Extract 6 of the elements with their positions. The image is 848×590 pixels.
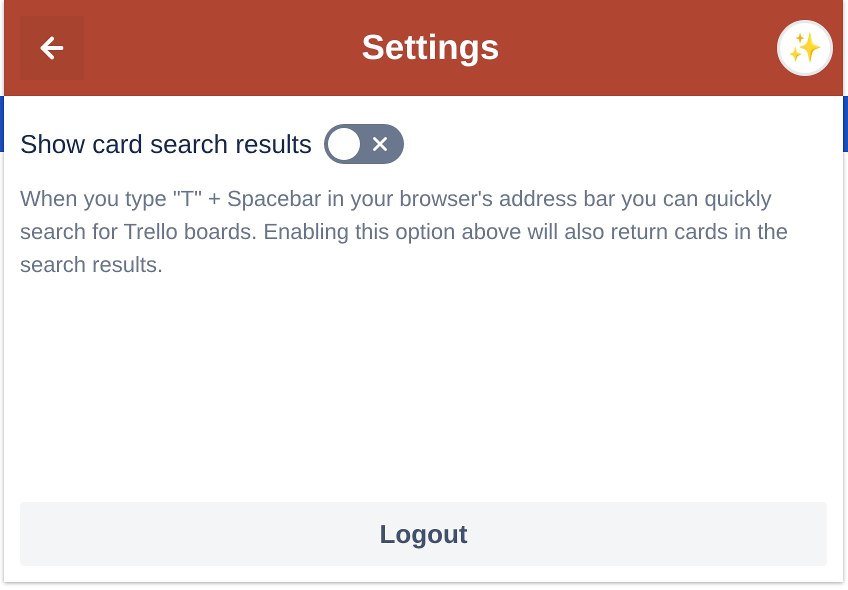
window-title: Settings — [361, 26, 500, 69]
toggle-switch[interactable] — [324, 124, 404, 164]
setting-label: Show card search results — [20, 128, 312, 160]
logout-button[interactable]: Logout — [20, 502, 827, 566]
setting-description: When you type "T" + Spacebar in your browser's address bar you can quickly search for Trello boards. Enabling this option above will also return cards in the search results. — [20, 185, 789, 279]
back-button[interactable] — [20, 16, 84, 80]
